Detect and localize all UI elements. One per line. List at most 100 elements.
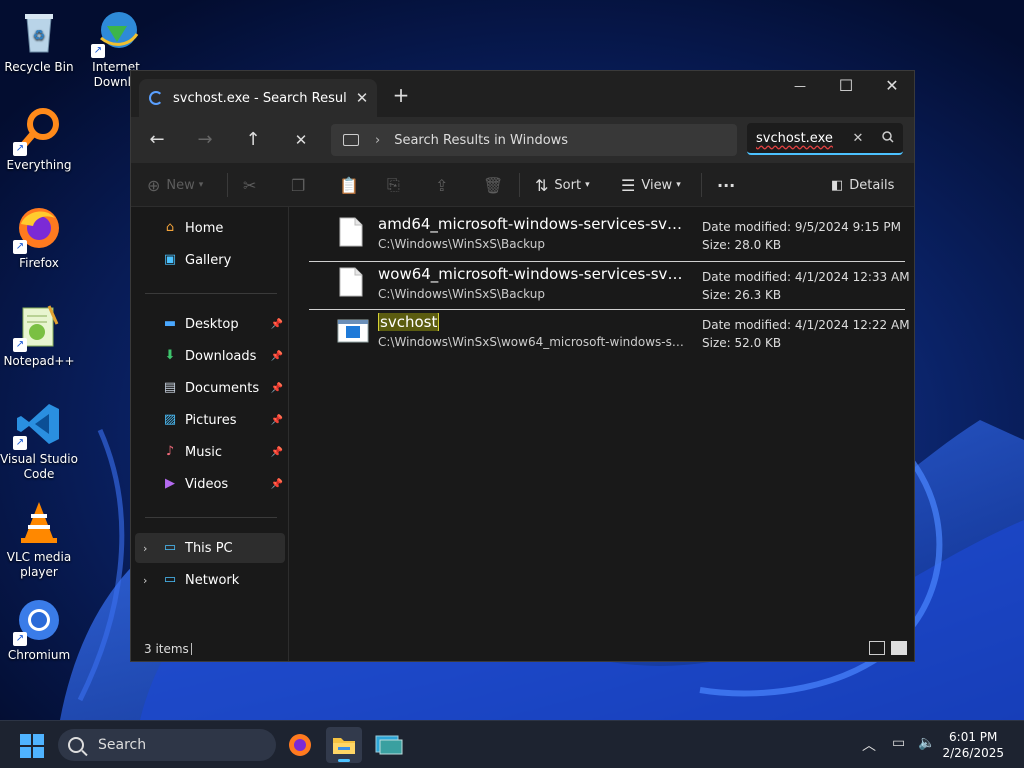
desktop-icon-label: Chromium [7,648,71,662]
search-icon[interactable] [873,130,903,146]
pin-icon[interactable]: 📌 [271,479,283,490]
stop-button[interactable]: ✕ [283,125,319,155]
sidebar-item-label: This PC [185,540,233,556]
sidebar-item-music[interactable]: ♪ Music 📌 [135,437,285,467]
sidebar-item-downloads[interactable]: ⬇ Downloads 📌 [135,341,285,371]
back-button[interactable]: ← [139,125,175,155]
file-date-modified: Date modified: 4/1/2024 12:22 AM [702,318,910,332]
search-match-highlight: svchost [378,313,440,331]
clock-time: 6:01 PM [949,730,998,744]
desktop-icon-everything[interactable]: ↗ Everything [0,106,78,173]
chevron-right-icon[interactable]: › [375,133,380,148]
file-icon [339,217,363,247]
downloads-icon: ⬇ [164,348,176,363]
pin-icon[interactable]: 📌 [271,383,283,394]
taskbar-firefox-icon[interactable] [282,727,318,763]
display-icon[interactable]: ▭ [892,735,905,751]
maximize-button[interactable]: ☐ [823,71,869,103]
chevron-right-icon[interactable]: › [143,574,147,587]
new-tab-button[interactable]: + [389,83,413,107]
sidebar-item-label: Network [185,572,240,588]
sound-muted-icon[interactable]: 🔈 [918,735,935,751]
status-bar: 3 items [131,637,914,661]
new-button[interactable]: ⊕ New ▾ [147,169,203,201]
system-clock[interactable]: 6:01 PM 2/26/2025 [942,729,1004,761]
sidebar-item-label: Desktop [185,316,239,332]
file-size: Size: 28.0 KB [702,238,782,252]
clear-search-icon[interactable]: ✕ [843,131,873,146]
file-path: C:\Windows\WinSxS\wow64_microsoft-window… [378,335,688,349]
pin-icon[interactable]: 📌 [271,447,283,458]
sort-button[interactable]: ⇅ Sort ▾ [535,169,590,201]
taskbar-remote-desktop-icon[interactable] [370,727,406,763]
address-bar[interactable]: › Search Results in Windows [331,124,737,156]
up-button[interactable]: ↑ [235,125,271,155]
view-button[interactable]: ☰ View ▾ [621,169,681,201]
loading-spinner-icon [149,91,163,105]
file-name: svchost [378,313,688,331]
list-item[interactable]: wow64_microsoft-windows-services-svchost… [309,261,910,307]
sidebar-item-network[interactable]: › ▭ Network [135,565,285,595]
music-icon: ♪ [165,444,175,459]
sidebar-item-home[interactable]: ⌂ Home [135,213,285,243]
details-view-button[interactable] [869,641,885,655]
pin-icon[interactable]: 📌 [271,351,283,362]
sidebar-item-gallery[interactable]: ▣ Gallery [135,245,285,275]
network-icon: ▭ [163,572,177,587]
desktop-icon-recycle-bin[interactable]: ♻ Recycle Bin [0,8,78,75]
desktop-icon-vlc[interactable]: VLC media player [0,498,78,580]
desktop-icon-label: Everything [6,158,72,172]
search-results-list: amd64_microsoft-windows-services-svchost… [291,207,914,647]
desktop-icon-label: Notepad++ [3,354,75,368]
sidebar-item-videos[interactable]: ▶ Videos 📌 [135,469,285,499]
pin-icon[interactable]: 📌 [271,319,283,330]
sidebar-divider [145,517,277,518]
details-pane-button[interactable]: ◧ Details [831,169,894,201]
desktop-icon-label: VLC media player [6,550,72,579]
windows-start-icon[interactable] [20,734,44,758]
forward-button[interactable]: → [187,125,223,155]
delete-button[interactable]: 🗑 [483,169,509,201]
chevron-up-icon[interactable]: ︿ [862,735,876,755]
scissors-icon: ✂ [243,175,257,195]
sidebar-item-documents[interactable]: ▤ Documents 📌 [135,373,285,403]
chevron-down-icon: ▾ [198,180,204,190]
sidebar-item-this-pc[interactable]: › ▭ This PC [135,533,285,563]
everything-search-icon: ↗ [13,106,63,156]
navigation-bar: ← → ↑ ✕ › Search Results in Windows svch… [131,117,914,163]
title-bar[interactable]: svchost.exe - Search Results in ✕ + — ☐ … [131,71,914,117]
copy-button[interactable]: ❐ [291,169,311,201]
file-name: amd64_microsoft-windows-services-svchost… [378,215,688,233]
rename-button[interactable]: ⎘ [387,169,406,201]
list-item[interactable]: amd64_microsoft-windows-services-svchost… [309,211,905,257]
details-label: Details [849,177,895,193]
sidebar-item-pictures[interactable]: ▨ Pictures 📌 [135,405,285,435]
list-item[interactable]: svchost C:\Windows\WinSxS\wow64_microsof… [309,309,910,355]
large-icons-view-button[interactable] [891,641,907,655]
desktop-icon-notepad-plus-plus[interactable]: ↗ Notepad++ [0,302,78,369]
status-divider [191,643,192,655]
new-label: New [166,177,195,193]
close-window-button[interactable]: ✕ [869,71,914,103]
close-tab-icon[interactable]: ✕ [347,89,377,107]
chromium-icon: ↗ [13,596,63,646]
desktop-icon-label: Visual Studio Code [0,452,78,481]
sidebar-item-desktop[interactable]: ▬ Desktop 📌 [135,309,285,339]
taskbar-file-explorer-icon[interactable] [326,727,362,763]
toolbar-divider [227,173,228,197]
desktop-icon-vscode[interactable]: ↗ Visual Studio Code [0,400,78,482]
pin-icon[interactable]: 📌 [271,415,283,426]
desktop-icon-firefox[interactable]: ↗ Firefox [0,204,78,271]
paste-button[interactable]: 📋 [339,169,365,201]
search-input[interactable]: svchost.exe ✕ [747,123,903,155]
chevron-right-icon[interactable]: › [143,542,147,555]
share-button[interactable]: ⇪ [435,169,454,201]
more-options-button[interactable]: ··· [717,169,735,201]
tab-search-results[interactable]: svchost.exe - Search Results in ✕ [139,79,377,117]
file-explorer-window[interactable]: svchost.exe - Search Results in ✕ + — ☐ … [130,70,915,662]
minimize-button[interactable]: — [777,71,823,103]
taskbar-search-box[interactable]: Search [58,729,276,761]
desktop-icon-chromium[interactable]: ↗ Chromium [0,596,78,663]
cut-button[interactable]: ✂ [243,169,262,201]
desktop-folder-icon: ▬ [163,316,177,331]
